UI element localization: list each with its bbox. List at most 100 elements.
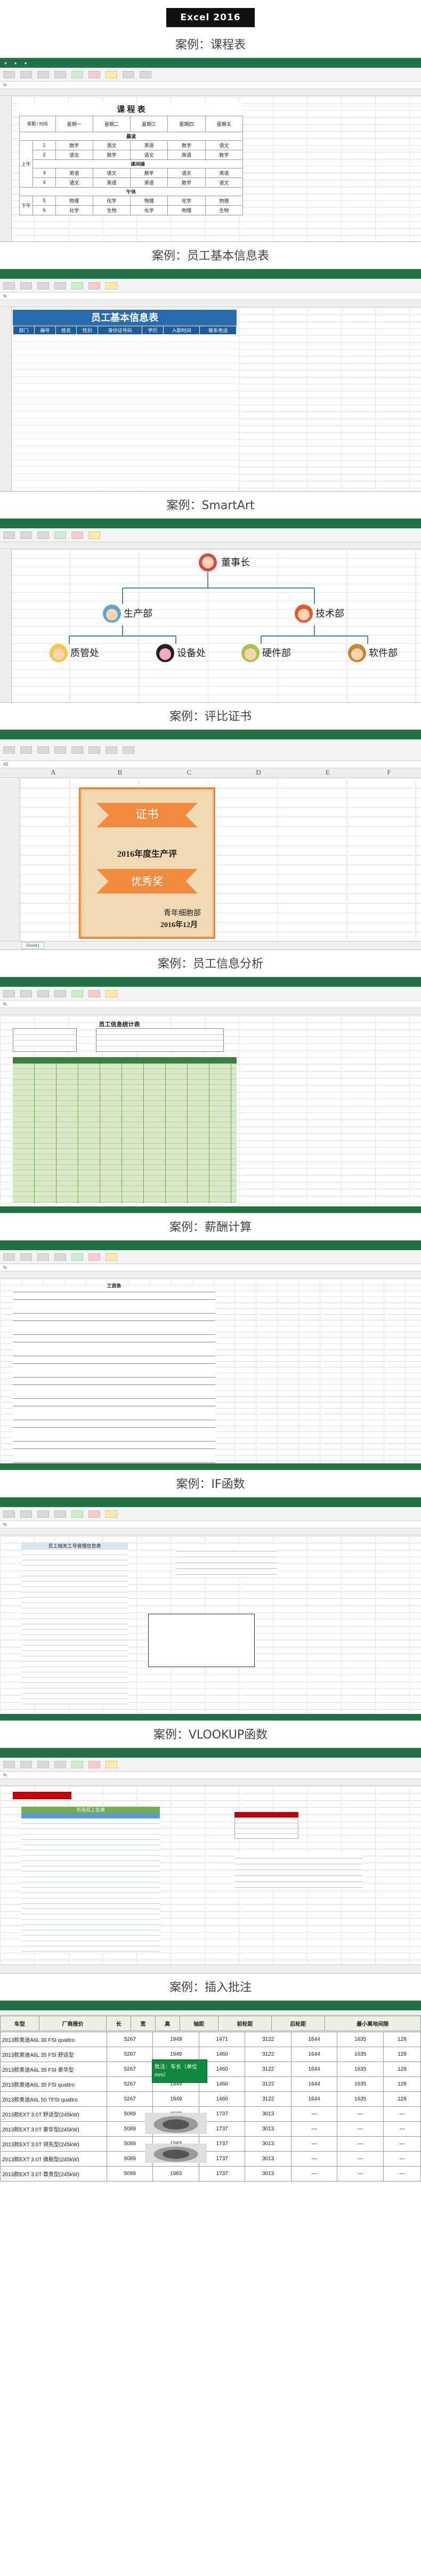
avatar-hardware-icon <box>241 644 260 662</box>
header-cell: 编号 <box>34 326 56 335</box>
org-node-equipment: 设备处 <box>177 648 206 659</box>
header-cell: 前轮距 <box>218 2016 272 2031</box>
header-cell: 联系电话 <box>199 326 237 335</box>
course-cell: 化学 <box>130 205 168 215</box>
table-cell: — <box>337 2166 384 2181</box>
if-formula-dialog[interactable] <box>148 1614 255 1667</box>
table-row: 2013款奥迪A6L 35 FSI quattro 5267 1949 1460 312… <box>0 2076 421 2092</box>
staff-header-row: 部门 编号 姓名 性别 身份证号码 学历 入职时间 联系电话 <box>13 326 237 335</box>
table-cell: 1644 <box>290 2032 338 2047</box>
header-cell: 车型 <box>0 2016 39 2031</box>
vlookup-red-banner <box>13 1792 71 1799</box>
table-cell: 1737 <box>198 2166 246 2181</box>
certificate-date: 2016年12月 <box>160 921 198 929</box>
screenshot-vlookup: fx 市场员工名单 <box>0 1748 421 1974</box>
schedule-table: 课 程 表 星期 / 时间 星期一 星期二 星期三 星期四 星期五 晨读 上午 … <box>19 103 244 215</box>
org-node-chairman: 董事长 <box>221 557 250 568</box>
formula-bar[interactable]: fx <box>0 1264 421 1271</box>
course-cell: 语文 <box>92 140 131 150</box>
table-cell: 1644 <box>290 2062 338 2077</box>
org-chart[interactable]: 董事长 生产部 技术部 质管处 设备处 硬件部 软件部 <box>32 551 416 700</box>
formula-bar[interactable]: A2 <box>0 761 421 768</box>
row-header <box>0 550 12 702</box>
analysis-data-rows <box>13 1064 237 1203</box>
table-cell: 2013款奥迪A6L 35 FSI quattro <box>0 2076 107 2092</box>
course-cell: 生物 <box>205 205 244 215</box>
course-cell: 英语 <box>167 149 206 160</box>
caption-schedule: 案例：课程表 <box>175 38 246 52</box>
course-cell: 数学 <box>130 167 168 178</box>
screenshot-salary: fx 工资条 <box>0 1240 421 1470</box>
course-cell: 数学 <box>92 149 131 160</box>
column-header <box>0 1528 421 1535</box>
column-header <box>0 1779 421 1786</box>
screenshot-schedule: ● ● ● fx 课 程 表 星期 / 时间 星期一 星期二 星期三 星期四 星期五… <box>0 58 421 242</box>
screenshot-comment: 车型 厂商报价 长 宽 高 轴距 前轮距 后轮距 最小离地间隙 2013款奥迪A… <box>0 2000 421 2192</box>
day-cell: 星期四 <box>167 115 206 132</box>
excel-ribbon-tabs <box>0 1241 421 1250</box>
if-data-rows <box>21 1550 128 1704</box>
course-cell: 语文 <box>205 177 244 188</box>
car-spec-rows: 2013款奥迪A6L 30 FSI quattro 5267 1949 1471 312… <box>0 2032 421 2181</box>
col-label: F <box>387 768 391 776</box>
salary-slips <box>13 1285 215 1463</box>
header-cell: 轴距 <box>179 2016 219 2031</box>
if-instructions <box>176 1545 277 1577</box>
hero-banner: Excel 2016 <box>0 0 421 35</box>
table-cell: 3122 <box>245 2047 292 2062</box>
table-cell: 3013 <box>245 2151 292 2167</box>
avatar-equipment-icon <box>156 644 174 662</box>
table-row: 2013款EXT 3.0T 豪华型(245kW)5089198317373013… <box>0 2121 421 2137</box>
table-cell: — <box>290 2136 338 2152</box>
column-header: A B C D E F <box>0 768 421 778</box>
staff-title: 员工基本信息表 <box>13 310 237 326</box>
formula-bar[interactable]: fx <box>0 293 421 300</box>
schedule-separator: 午休 <box>19 187 243 196</box>
formula-bar[interactable]: fx <box>0 82 421 89</box>
table-cell: — <box>337 2151 384 2167</box>
header-cell: 姓名 <box>55 326 77 335</box>
cell-comment-popup[interactable]: 批注：车长（单位mm） <box>152 2059 207 2083</box>
sheet-tab[interactable]: Sheet1 <box>21 942 45 949</box>
screenshot-smartart: 董事长 生产部 技术部 质管处 设备处 硬件部 软件部 <box>0 518 421 703</box>
course-cell: 英语 <box>92 177 131 188</box>
day-cell: 星期一 <box>55 115 93 132</box>
formula-bar[interactable]: fx <box>0 1772 421 1779</box>
certificate-card[interactable]: 证书 2016年度生产评 优秀奖 青年细胞部 2016年12月 <box>79 787 215 939</box>
table-row: 2013款EXT 3.0T 旗舰型(245kW)5089198317373013… <box>0 2151 421 2167</box>
table-cell: — <box>337 2121 384 2137</box>
header-cell: 后轮距 <box>271 2016 325 2031</box>
car-spec-table: 车型 厂商报价 长 宽 高 轴距 前轮距 后轮距 最小离地间隙 <box>0 2016 421 2031</box>
screenshot-certificate: A2 A B C D E F 证书 2016年度生产评 优秀奖 青年细胞部 20… <box>0 729 421 950</box>
course-cell: 化学 <box>167 195 206 206</box>
excel-ribbon-tabs <box>0 977 421 987</box>
table-cell: 3122 <box>245 2032 292 2047</box>
excel-ribbon-toolbar <box>0 1250 421 1264</box>
certificate-ribbon-award: 优秀奖 <box>96 869 198 893</box>
course-cell: 数学 <box>167 140 206 150</box>
table-cell: 3013 <box>245 2106 292 2122</box>
header-cell: 学历 <box>142 326 164 335</box>
formula-bar[interactable]: fx <box>0 1521 421 1528</box>
table-cell: — <box>290 2121 338 2137</box>
table-cell: 1635 <box>337 2091 384 2107</box>
course-cell: 生物 <box>92 205 131 215</box>
day-cell: 星期三 <box>130 115 168 132</box>
avatar-quality-icon <box>50 644 68 662</box>
day-header: 星期 <box>27 121 36 126</box>
course-cell: 物理 <box>130 195 168 206</box>
table-cell: 1635 <box>337 2076 384 2092</box>
staff-data-rows <box>13 335 237 489</box>
col-label: D <box>256 768 261 776</box>
table-cell: 1644 <box>290 2091 338 2107</box>
period-number: 4 <box>33 177 56 188</box>
excel-ribbon-toolbar <box>0 739 421 761</box>
col-label: E <box>326 768 330 776</box>
formula-bar[interactable]: fx <box>0 1001 421 1008</box>
table-cell: 128 <box>383 2076 421 2092</box>
table-cell: 2013款EXT 3.0T 旗舰型(245kW) <box>0 2151 107 2167</box>
vlookup-data-rows <box>21 1818 160 1953</box>
vlookup-instructions <box>234 1853 362 1890</box>
table-row: 2013款奥迪A6L 50 TFSI quattro 5267 1949 1460 31… <box>0 2091 421 2107</box>
salary-title: 工资条 <box>107 1283 122 1289</box>
